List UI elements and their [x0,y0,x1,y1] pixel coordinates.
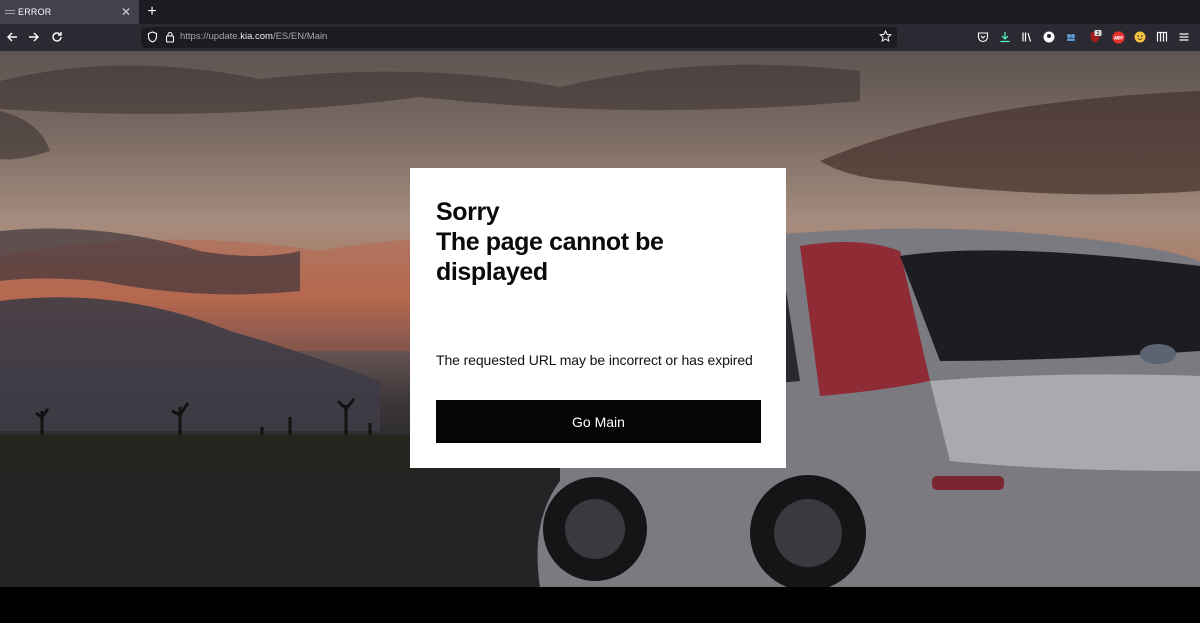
url-text[interactable]: https://update.kia.com/ES/EN/Main [180,31,327,42]
url-prefix: https://update. [180,31,241,42]
download-icon[interactable] [998,30,1012,44]
abp-label: ABP [1113,35,1122,40]
adblock-plus-icon[interactable]: ABP [1111,30,1125,44]
error-description: The requested URL may be incorrect or ha… [436,352,753,368]
favicon-icon [5,10,15,14]
error-dialog: Sorry The page cannot be displayed The r… [410,168,786,468]
reload-icon [52,32,62,42]
tab-strip: ERROR ✕ + [0,0,1200,24]
go-main-button[interactable]: Go Main [436,400,761,443]
bookmark-star-icon[interactable] [879,30,892,43]
error-title-line: The page cannot be [436,228,664,256]
url-domain: kia.com [240,31,273,42]
ublock-badge-count: 2 [1096,31,1099,37]
library-icon[interactable] [1020,30,1034,44]
forward-button[interactable] [25,28,43,46]
tracking-shield-icon[interactable] [147,31,158,43]
ublock-origin-icon[interactable]: 2 [1088,30,1102,44]
menu-hamburger-icon[interactable] [1177,30,1191,44]
page-bottom-bar [0,587,1200,623]
pocket-icon[interactable] [976,30,990,44]
multi-account-containers-icon[interactable] [1064,30,1078,44]
reload-button[interactable] [48,28,66,46]
close-tab-icon[interactable]: ✕ [121,4,131,20]
error-title: Sorry The page cannot be displayed [436,197,766,287]
browser-tab[interactable]: ERROR ✕ [0,0,139,24]
account-icon[interactable] [1042,30,1056,44]
url-path: /ES/EN/Main [272,31,328,42]
back-arrow-icon [7,32,17,42]
forward-arrow-icon [29,32,39,42]
new-tab-button[interactable]: + [144,2,160,22]
error-title-line: Sorry [436,198,500,226]
address-bar[interactable]: https://update.kia.com/ES/EN/Main [141,27,897,48]
extensions-grid-icon[interactable] [1155,30,1169,44]
navigation-toolbar: https://update.kia.com/ES/EN/Main 2 ABP [0,24,1200,51]
emoji-extension-icon[interactable] [1133,30,1147,44]
tab-title: ERROR [18,7,52,17]
back-button[interactable] [3,28,21,46]
error-title-line: displayed [436,258,548,286]
lock-icon[interactable] [165,31,175,43]
